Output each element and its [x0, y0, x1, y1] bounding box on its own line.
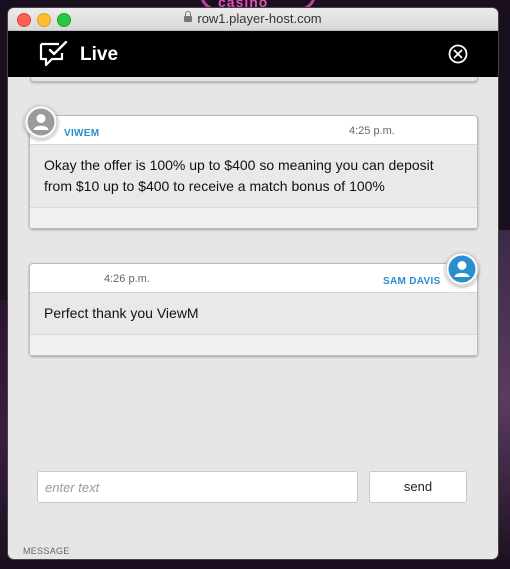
send-button[interactable]: send [369, 471, 467, 503]
address-bar: row1.player-host.com [8, 11, 498, 26]
chat-message-agent: VIWEM 4:25 p.m. Okay the offer is 100% u… [29, 115, 478, 229]
message-text: Okay the offer is 100% up to $400 so mea… [30, 145, 477, 207]
close-chat-icon[interactable] [448, 44, 468, 64]
message-footer [30, 334, 477, 355]
chat-header: Live [8, 31, 498, 77]
gray-user-avatar-icon [24, 105, 58, 139]
message-text: Perfect thank you ViewM [30, 293, 477, 334]
blue-user-avatar-icon [445, 252, 479, 286]
background-left-decor [0, 300, 8, 569]
message-input[interactable] [37, 471, 358, 503]
message-time: 4:25 p.m. [349, 125, 395, 137]
url-text: row1.player-host.com [197, 11, 322, 26]
message-meta: VIWEM 4:25 p.m. [30, 116, 477, 145]
message-meta: 4:26 p.m. SAM DAVIS [30, 264, 477, 293]
chat-message-user: 4:26 p.m. SAM DAVIS Perfect thank you Vi… [29, 263, 478, 356]
browser-titlebar: row1.player-host.com [8, 8, 498, 31]
header-title: Live [80, 44, 119, 65]
message-sender: SAM DAVIS [383, 276, 441, 287]
lock-icon [184, 11, 193, 22]
chat-check-icon [39, 41, 68, 67]
message-footer [30, 207, 477, 228]
message-sender: VIWEM [64, 128, 100, 139]
popup-window: row1.player-host.com Live VIWEM 4:25 p.m… [8, 8, 498, 559]
background-right-decor [498, 230, 510, 569]
message-time: 4:26 p.m. [104, 273, 150, 285]
previous-message-edge [30, 77, 478, 82]
message-section-label: MESSAGE [23, 546, 70, 556]
